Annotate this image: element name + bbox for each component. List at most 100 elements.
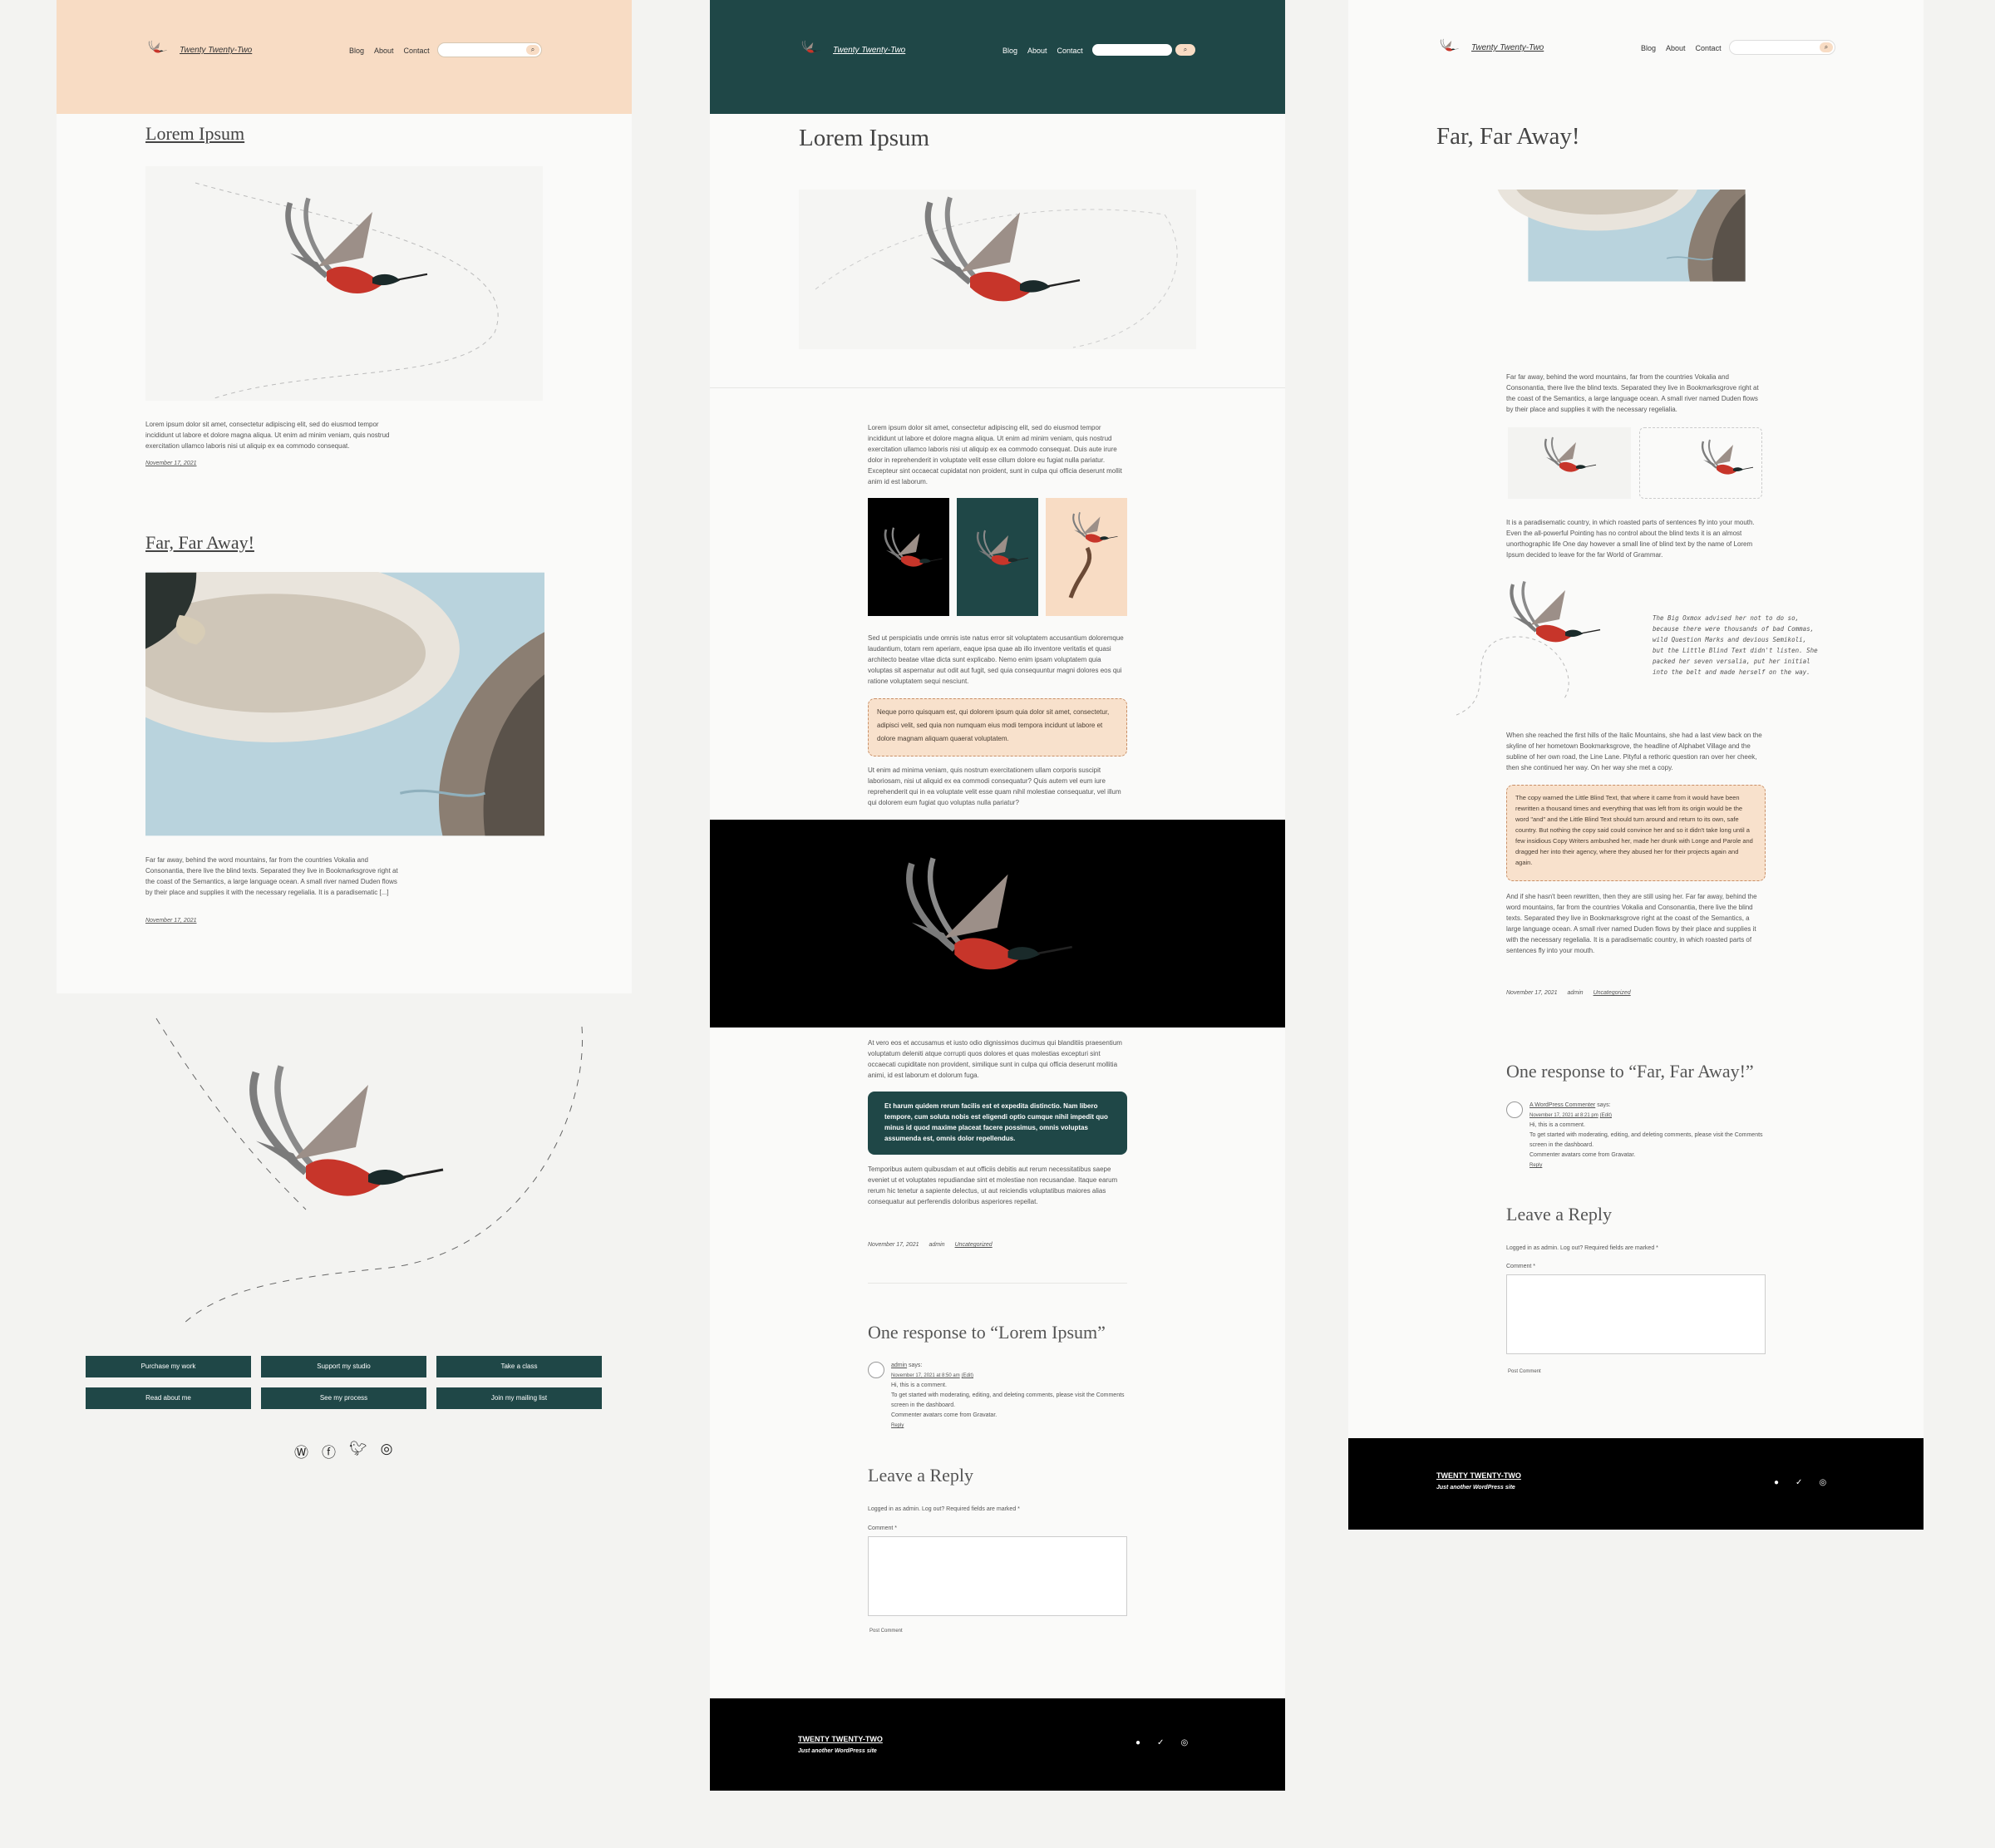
meta-category[interactable]: Uncategorized [955,1242,993,1248]
footer-tagline: Just another WordPress site [798,1748,877,1754]
facebook-icon[interactable]: ● [1774,1478,1779,1487]
comment-block: A WordPress Commenter says: November 17,… [1530,1101,1771,1170]
nav-blog[interactable]: Blog [1641,44,1656,52]
logged-in-note[interactable]: Logged in as admin. Log out? Required fi… [868,1505,1020,1515]
post-image-hummingbird[interactable] [145,166,543,401]
comment-edit-link[interactable]: (Edit) [1600,1113,1612,1118]
left-header: Twenty Twenty-Two Blog About Contact ⌕ [57,0,632,114]
instagram-icon[interactable]: ◎ [1180,1738,1188,1747]
post-image-ducks[interactable] [145,572,544,836]
pair-image-2[interactable] [1639,427,1762,499]
twitter-icon[interactable]: ✓ [1796,1478,1802,1487]
nav-contact[interactable]: Contact [1057,47,1083,55]
gallery-image-green[interactable] [957,498,1038,616]
nav-about[interactable]: About [1027,47,1047,55]
comment-text-1: Hi, this is a comment. [1530,1122,1585,1128]
paragraph-4: And if she hasn't been rewritten, then t… [1506,893,1757,954]
reply-link[interactable]: Reply [1530,1163,1542,1168]
comment-text-1: Hi, this is a comment. [891,1382,947,1388]
post-date-lorem[interactable]: November 17, 2021 [145,461,196,466]
comment-says: says: [909,1363,923,1368]
nav-about[interactable]: About [1666,44,1686,52]
join-mailing-list-button[interactable]: Join my mailing list [436,1387,602,1409]
logo-bird-icon[interactable] [1436,38,1460,55]
meta-author[interactable]: admin [1567,990,1583,996]
footer-site-name[interactable]: TWENTY TWENTY-TWO [798,1735,883,1743]
nav-contact[interactable]: Contact [1696,44,1722,52]
read-about-me-button[interactable]: Read about me [86,1387,251,1409]
post-title: Lorem Ipsum [799,125,930,151]
take-a-class-button[interactable]: Take a class [436,1356,602,1377]
callout-peach: Neque porro quisquam est, qui dolorem ip… [868,698,1127,756]
site-title-link[interactable]: Twenty Twenty-Two [180,46,252,55]
search-icon[interactable]: ⌕ [526,45,539,55]
post-comment-button[interactable]: Post Comment [1508,1367,1541,1377]
see-my-process-button[interactable]: See my process [261,1387,426,1409]
full-width-image-black [710,820,1285,1027]
middle-nav: Blog About Contact [1002,47,1083,55]
comment-textarea[interactable] [1506,1274,1766,1354]
search-input[interactable]: ⌕ [437,42,542,57]
twitter-icon[interactable]: ✓ [1157,1738,1164,1747]
responses-title: One response to “Lorem Ipsum” [868,1322,1106,1343]
facebook-icon[interactable]: ● [1135,1738,1140,1747]
left-page: Twenty Twenty-Two Blog About Contact ⌕ L… [57,0,632,993]
search-input[interactable] [1092,44,1172,56]
nav-contact[interactable]: Contact [404,47,430,55]
paragraph-4: At vero eos et accusamus et iusto odio d… [868,1039,1122,1079]
site-title-link[interactable]: Twenty Twenty-Two [1471,43,1544,52]
logo-bird-icon[interactable] [798,40,821,57]
logo-bird-icon[interactable] [145,40,168,57]
leave-reply-title: Leave a Reply [1506,1204,1613,1225]
nav-blog[interactable]: Blog [1002,47,1017,55]
comment-label: Comment * [868,1525,898,1531]
paragraph-3: Ut enim ad minima veniam, quis nostrum e… [868,766,1121,806]
post-meta: November 17, 2021 admin Uncategorized [1506,990,1631,996]
meta-category[interactable]: Uncategorized [1594,990,1631,996]
middle-footer: TWENTY TWENTY-TWO Just another WordPress… [710,1698,1285,1791]
meta-author[interactable]: admin [929,1242,944,1248]
post-title-lorem[interactable]: Lorem Ipsum [145,123,244,145]
gallery-image-black[interactable] [868,498,949,616]
post-date-far[interactable]: November 17, 2021 [145,918,196,924]
search-button[interactable]: ⌕ [1175,44,1195,56]
comment-text-2: To get started with moderating, editing,… [1530,1132,1763,1148]
leave-reply-title: Leave a Reply [868,1465,974,1486]
featured-image [799,190,1196,349]
post-title-far[interactable]: Far, Far Away! [145,532,254,554]
twitter-icon[interactable]: 🐦︎ [349,1441,367,1461]
facebook-icon[interactable]: ⓕ [322,1441,336,1461]
callout-green: Et harum quidem rerum facilis est et exp… [868,1092,1127,1155]
reply-link[interactable]: Reply [891,1423,904,1428]
left-footer-area: Purchase my work Support my studio Take … [57,993,632,1492]
logged-in-note[interactable]: Logged in as admin. Log out? Required fi… [1506,1244,1658,1254]
comment-block: admin says: November 17, 2021 at 8:50 am… [891,1361,1132,1431]
meta-date[interactable]: November 17, 2021 [1506,990,1557,996]
instagram-icon[interactable]: ◎ [381,1441,393,1461]
comment-label: Comment * [1506,1264,1536,1269]
pair-image-1[interactable] [1508,427,1631,499]
wordpress-icon[interactable]: Ⓦ [294,1441,308,1461]
post-comment-button[interactable]: Post Comment [869,1626,903,1636]
purchase-my-work-button[interactable]: Purchase my work [86,1356,251,1377]
instagram-icon[interactable]: ◎ [1819,1478,1826,1487]
comment-edit-link[interactable]: (Edit) [962,1373,973,1378]
comment-author[interactable]: admin [891,1363,907,1368]
comment-author[interactable]: A WordPress Commenter [1530,1102,1595,1108]
divider [710,387,1285,388]
gallery-image-peach[interactable] [1046,498,1127,616]
meta-date[interactable]: November 17, 2021 [868,1242,919,1248]
search-icon[interactable]: ⌕ [1820,42,1833,52]
nav-about[interactable]: About [374,47,394,55]
comment-textarea[interactable] [868,1536,1127,1616]
support-my-studio-button[interactable]: Support my studio [261,1356,426,1377]
right-footer: TWENTY TWENTY-TWO Just another WordPress… [1348,1438,1924,1530]
search-input[interactable]: ⌕ [1729,40,1835,55]
avatar [1506,1101,1523,1118]
nav-blog[interactable]: Blog [349,47,364,55]
paragraph-5: Temporibus autem quibusdam et aut offici… [868,1165,1118,1205]
comment-date[interactable]: November 17, 2021 at 8:50 am [891,1373,960,1378]
comment-date[interactable]: November 17, 2021 at 8:21 pm [1530,1113,1598,1118]
site-title-link[interactable]: Twenty Twenty-Two [833,46,905,55]
footer-site-name[interactable]: TWENTY TWENTY-TWO [1436,1471,1521,1480]
